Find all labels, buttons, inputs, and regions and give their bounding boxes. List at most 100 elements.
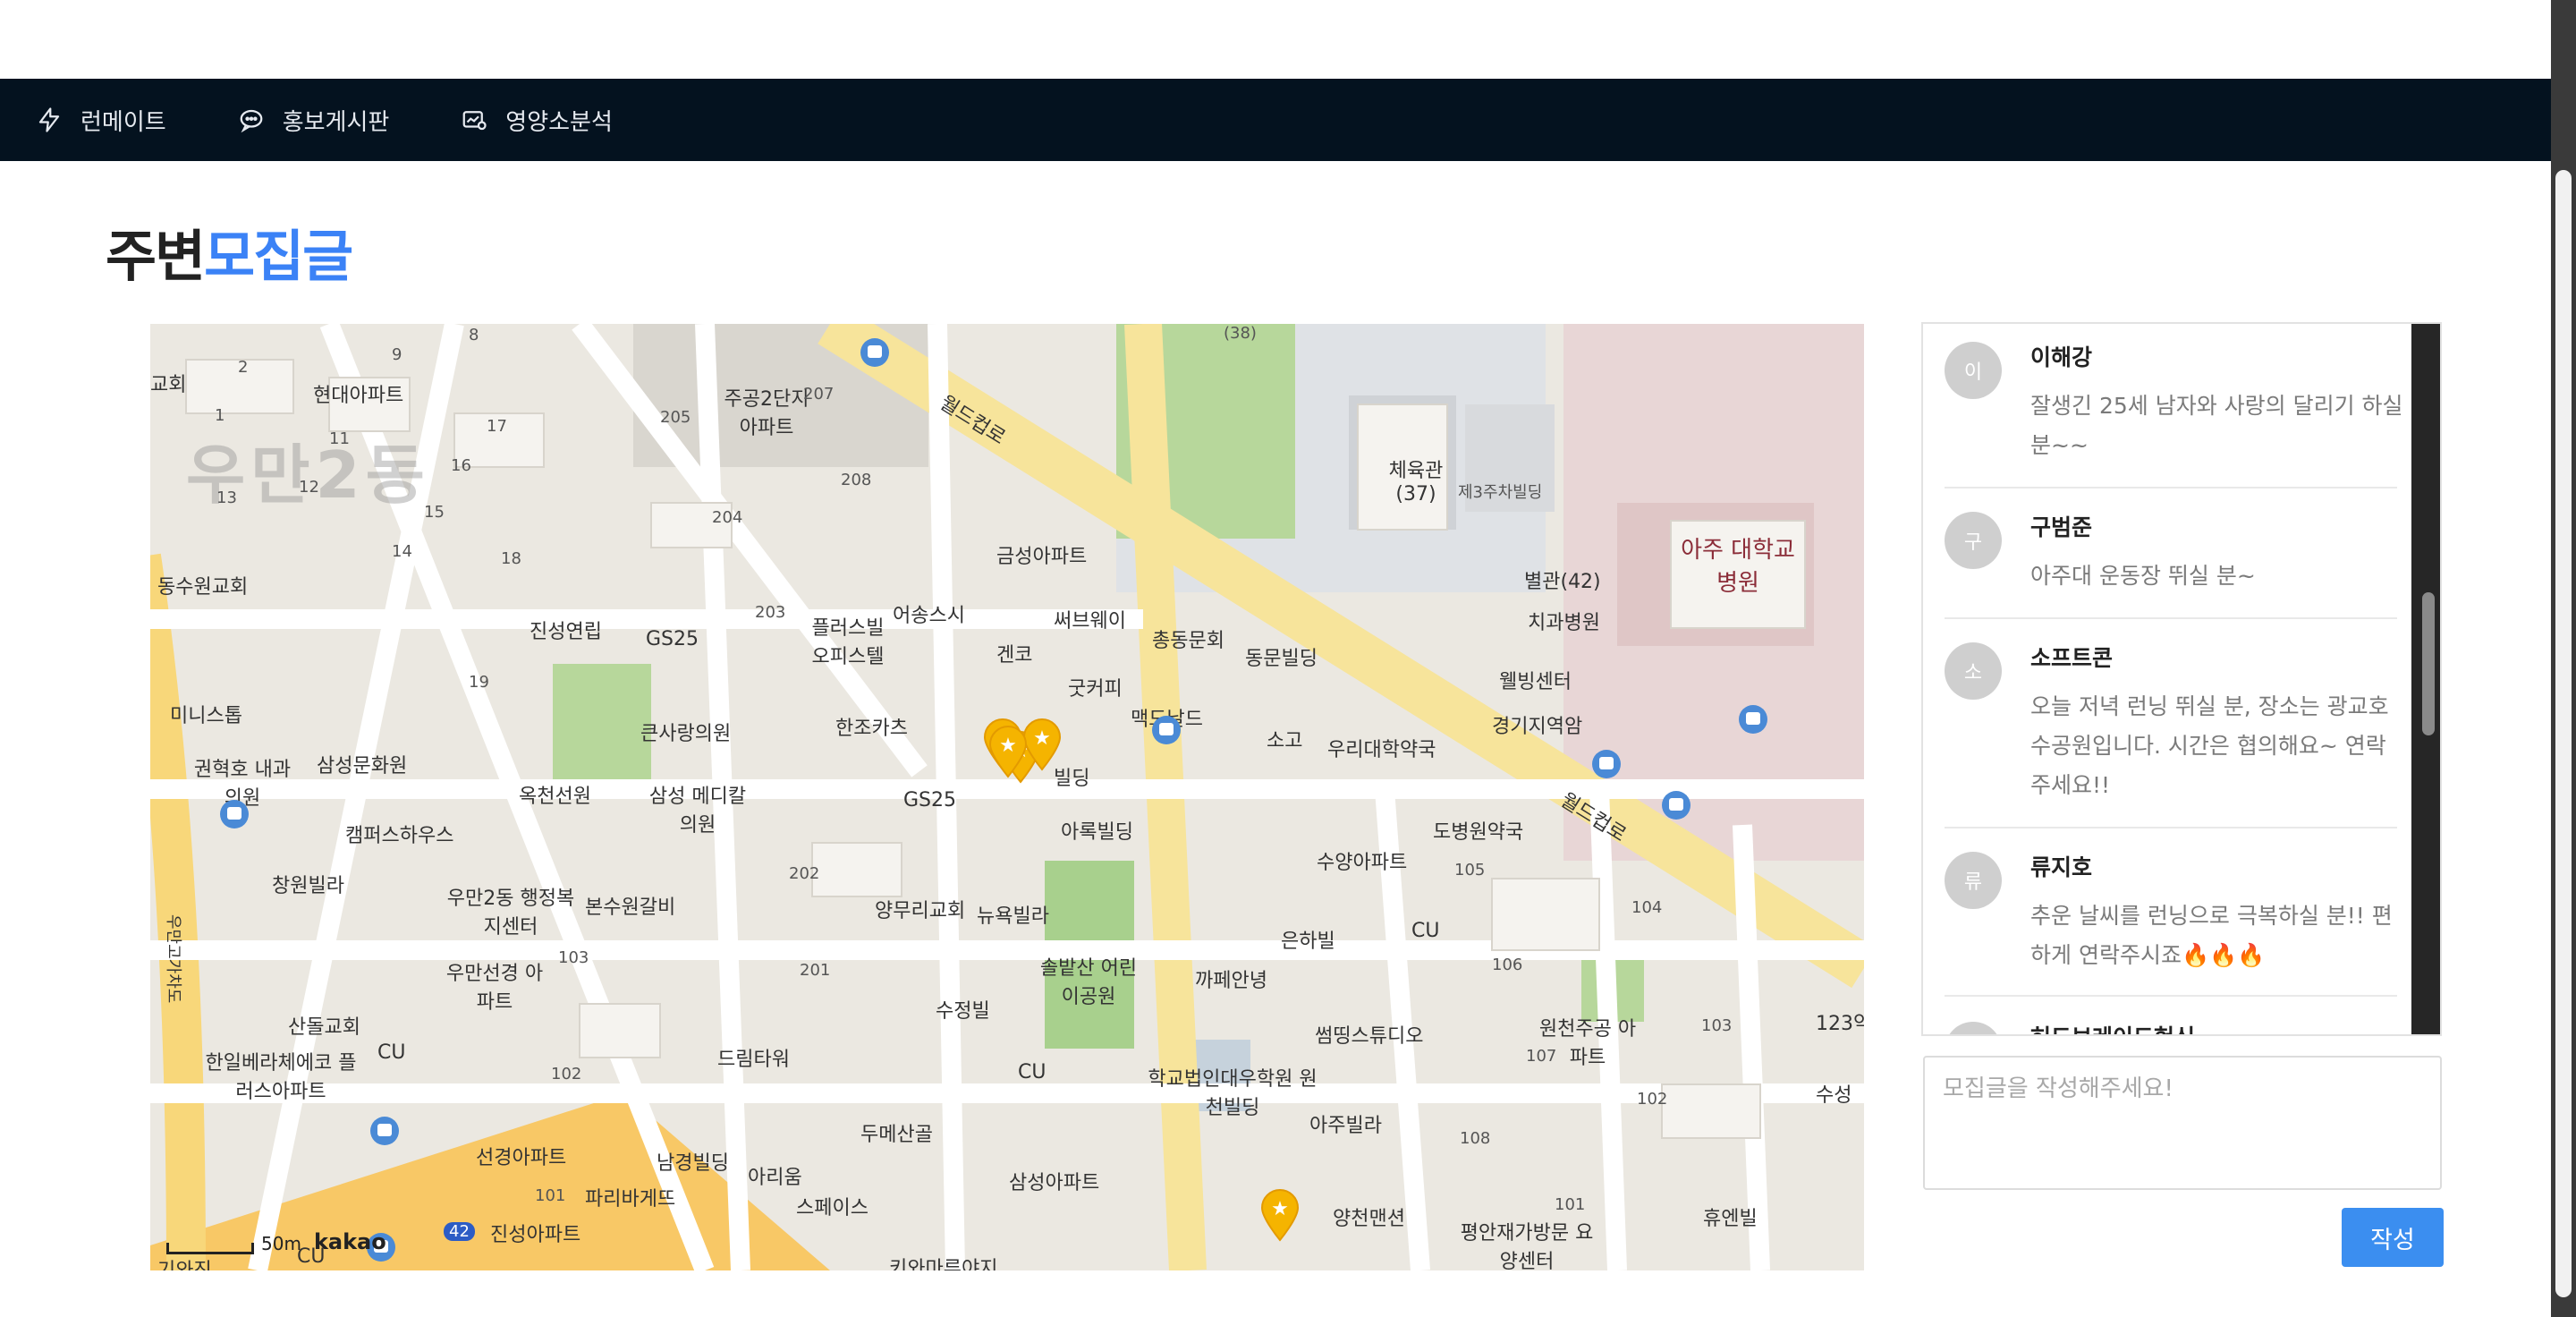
map-place-label: 두메산골: [860, 1124, 933, 1146]
recruit-marker-icon[interactable]: ★: [1259, 1188, 1301, 1242]
map-place-label: 굿커피: [1068, 678, 1123, 701]
map-place-label: 수정빌: [936, 1000, 990, 1023]
map-place-label: 한조카츠: [835, 718, 908, 740]
recruit-post-list[interactable]: 이 이해강 잘생긴 25세 남자와 사랑의 달리기 하실 분~~ 구 구범준 아…: [1921, 322, 2442, 1036]
map-place-label: 도병원약국: [1433, 821, 1524, 844]
map-place-label: 양천맨션: [1333, 1208, 1405, 1230]
recruit-post-item[interactable]: 허 허드브레이드헌신: [1945, 1004, 2397, 1034]
map-number-label: 202: [789, 864, 820, 883]
map-place-label: 플러스빌 오피스텔: [811, 617, 885, 668]
nav-item-label: 영양소분석: [505, 108, 613, 136]
post-author: 소프트콘: [2030, 645, 2114, 671]
map-place-label: 스페이스: [796, 1197, 869, 1219]
nav-item-nutrition[interactable]: 영양소분석: [461, 79, 613, 161]
map-place-label: 총동문회: [1152, 630, 1224, 652]
map-number-label: 208: [841, 471, 872, 489]
main-nav: 런메이트 홍보게시판 영양소분석: [0, 79, 2551, 161]
bus-stop-icon[interactable]: [1737, 703, 1769, 735]
map-place-label: 치과병원: [1528, 612, 1600, 634]
map-road-label: 우만고가차도: [164, 914, 182, 1004]
map-place-label: 학교법인대우학원 원천빌딩: [1148, 1068, 1318, 1119]
page-scrollbar-thumb[interactable]: [2555, 170, 2572, 1297]
bus-stop-icon[interactable]: [1150, 714, 1182, 746]
post-list-scrollbar-thumb[interactable]: [2422, 592, 2435, 735]
post-content: 잘생긴 25세 남자와 사랑의 달리기 하실 분~~: [2030, 393, 2403, 458]
map-number-label: 11: [329, 429, 350, 448]
map-number-label: 104: [1631, 898, 1663, 917]
post-author: 구범준: [2030, 514, 2093, 540]
bus-stop-icon[interactable]: [218, 798, 250, 830]
map-number-label: 42: [444, 1222, 475, 1241]
recruit-marker-icon[interactable]: ★: [987, 725, 1029, 778]
map-place-label: 금성아파트: [996, 546, 1088, 568]
svg-text:★: ★: [1033, 727, 1051, 750]
map-place-label: 체육관 (37): [1388, 460, 1444, 506]
map-place-label: 창원빌라: [272, 875, 344, 897]
map-place-label: 123약: [1816, 1013, 1864, 1035]
map-place-label: 뉴욕빌라: [977, 905, 1049, 928]
chart-card-icon: [462, 111, 487, 131]
map-place-label: 수성: [1816, 1084, 1852, 1107]
avatar: 허: [1945, 1022, 2002, 1034]
map-place-label: 진성아파트: [490, 1224, 581, 1246]
svg-text:★: ★: [999, 735, 1017, 757]
map-number-label: 107: [1526, 1047, 1557, 1066]
bus-stop-icon[interactable]: [369, 1115, 401, 1147]
nav-item-runmate[interactable]: 런메이트: [36, 79, 166, 161]
map-place-label: 평안재가방문 요양센터: [1460, 1222, 1594, 1270]
map-number-label: 2: [238, 358, 249, 377]
map-place-label: 삼성아파트: [1009, 1172, 1100, 1194]
chat-icon: [240, 109, 263, 133]
map-place-label: 키와마루야지: [889, 1258, 998, 1270]
top-blank-bar: [0, 0, 2551, 79]
recruit-post-input[interactable]: [1923, 1056, 2442, 1190]
map-place-label: 우만선경 아파트: [445, 963, 544, 1014]
map-number-label: 15: [424, 503, 445, 522]
recruit-post-item[interactable]: 소 소프트콘 오늘 저녁 런닝 뛰실 분, 장소는 광교호수공원입니다. 시간은…: [1945, 625, 2397, 828]
map-place-label: 주공2단지 아파트: [724, 388, 809, 439]
submit-post-button[interactable]: 작성: [2342, 1208, 2444, 1267]
map-place-label: 어송스시: [893, 605, 965, 627]
map-view[interactable]: 우만2동 교회 현대아파트 주공2단지 아파트 동수원교회 진성연립 GS25 …: [150, 324, 1864, 1270]
avatar: 구: [1945, 512, 2002, 569]
map-place-label: 파리바게뜨: [585, 1188, 676, 1211]
avatar: 류: [1945, 852, 2002, 909]
map-place-label: 미니스톱: [170, 705, 242, 727]
post-content: 오늘 저녁 런닝 뛰실 분, 장소는 광교호수공원입니다. 시간은 협의해요~ …: [2030, 693, 2389, 798]
map-number-label: 108: [1460, 1129, 1491, 1148]
map-number-label: (38): [1224, 324, 1257, 343]
page-title: 주변모집글: [106, 211, 353, 292]
map-place-label: 휴엔빌: [1703, 1208, 1758, 1230]
map-scale-distance: 50m: [261, 1233, 301, 1254]
map-number-label: 204: [712, 508, 743, 527]
map-place-label: 은하빌: [1281, 930, 1335, 953]
nav-item-promo-board[interactable]: 홍보게시판: [238, 79, 389, 161]
map-place-label: 진성연립: [530, 621, 602, 643]
map-number-label: 12: [299, 478, 319, 497]
post-content: 추운 날씨를 런닝으로 극복하실 분!! 편하게 연락주시죠🔥🔥🔥: [2030, 903, 2393, 968]
bus-stop-icon[interactable]: [859, 336, 891, 369]
bus-stop-icon[interactable]: [1660, 789, 1692, 821]
recruit-post-item[interactable]: 구 구범준 아주대 운동장 뛰실 분~: [1945, 494, 2397, 619]
map-number-label: 9: [392, 345, 402, 364]
map-place-label: 썸띵스튜디오: [1315, 1025, 1424, 1048]
recruit-post-item[interactable]: 이 이해강 잘생긴 25세 남자와 사랑의 달리기 하실 분~~: [1945, 324, 2403, 489]
svg-text:★: ★: [1271, 1198, 1289, 1220]
post-author: 허드브레이드헌신: [2030, 1020, 2195, 1034]
map-number-label: 19: [469, 673, 489, 692]
recruit-post-item[interactable]: 류 류지호 추운 날씨를 런닝으로 극복하실 분!! 편하게 연락주시죠🔥🔥🔥: [1945, 834, 2397, 997]
map-place-label: 캠퍼스하우스: [345, 825, 454, 847]
map-place-label: 아록빌딩: [1061, 821, 1133, 844]
map-number-label: 8: [469, 326, 479, 344]
map-number-label: 205: [660, 408, 691, 427]
bus-stop-icon[interactable]: [1590, 748, 1623, 780]
map-number-label: 17: [487, 417, 507, 436]
page-title-main: 주변: [106, 224, 206, 289]
map-place-label: 동수원교회: [157, 576, 249, 599]
map-provider-logo[interactable]: kakao: [314, 1229, 386, 1254]
map-place-label: 소고: [1267, 730, 1303, 752]
map-place-label: 제3주차빌딩: [1458, 483, 1543, 502]
map-number-label: 103: [558, 948, 589, 967]
map-place-label: 웰빙센터: [1499, 671, 1572, 693]
map-number-label: 1: [215, 406, 225, 425]
